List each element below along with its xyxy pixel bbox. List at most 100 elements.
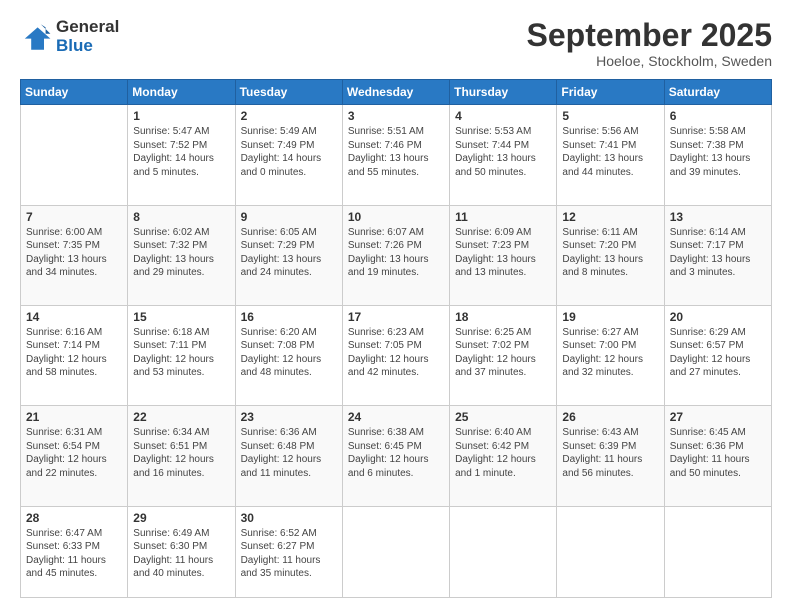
location: Hoeloe, Stockholm, Sweden <box>527 53 772 69</box>
day-info: Sunrise: 5:53 AM Sunset: 7:44 PM Dayligh… <box>455 125 551 179</box>
day-info: Sunrise: 5:51 AM Sunset: 7:46 PM Dayligh… <box>348 125 444 179</box>
day-number: 11 <box>455 210 551 224</box>
day-info: Sunrise: 6:40 AM Sunset: 6:42 PM Dayligh… <box>455 426 551 480</box>
day-number: 19 <box>562 310 658 324</box>
logo: General Blue <box>20 18 119 55</box>
table-cell: 29Sunrise: 6:49 AM Sunset: 6:30 PM Dayli… <box>128 506 235 597</box>
day-number: 20 <box>670 310 766 324</box>
title-block: September 2025 Hoeloe, Stockholm, Sweden <box>527 18 772 69</box>
table-cell: 20 Sunrise: 6:29 AM Sunset: 6:57 PM Dayli… <box>664 305 771 405</box>
table-cell: 6 Sunrise: 5:58 AM Sunset: 7:38 PM Daylig… <box>664 105 771 205</box>
day-number: 14 <box>26 310 122 324</box>
table-cell: 18 Sunrise: 6:25 AM Sunset: 7:02 PM Dayli… <box>450 305 557 405</box>
table-cell <box>342 506 449 597</box>
day-number: 4 <box>455 109 551 123</box>
col-thursday: Thursday <box>450 80 557 105</box>
day-number: 23 <box>241 410 337 424</box>
day-info: Sunrise: 6:09 AM Sunset: 7:23 PM Dayligh… <box>455 226 551 280</box>
logo-blue-text: Blue <box>56 37 119 56</box>
day-number: 22 <box>133 410 229 424</box>
table-cell <box>450 506 557 597</box>
col-wednesday: Wednesday <box>342 80 449 105</box>
day-number: 16 <box>241 310 337 324</box>
day-number: 1 <box>133 109 229 123</box>
day-info: Sunrise: 6:11 AM Sunset: 7:20 PM Dayligh… <box>562 226 658 280</box>
day-info: Sunrise: 6:18 AM Sunset: 7:11 PM Dayligh… <box>133 326 229 380</box>
day-info: Sunrise: 6:47 AM Sunset: 6:33 PM Dayligh… <box>26 527 122 581</box>
day-info: Sunrise: 6:02 AM Sunset: 7:32 PM Dayligh… <box>133 226 229 280</box>
day-info: Sunrise: 6:43 AM Sunset: 6:39 PM Dayligh… <box>562 426 658 480</box>
table-cell: 7 Sunrise: 6:00 AM Sunset: 7:35 PM Daylig… <box>21 205 128 305</box>
day-info: Sunrise: 5:56 AM Sunset: 7:41 PM Dayligh… <box>562 125 658 179</box>
table-cell: 5 Sunrise: 5:56 AM Sunset: 7:41 PM Daylig… <box>557 105 664 205</box>
day-number: 27 <box>670 410 766 424</box>
day-number: 5 <box>562 109 658 123</box>
day-info: Sunrise: 6:38 AM Sunset: 6:45 PM Dayligh… <box>348 426 444 480</box>
day-number: 28 <box>26 511 122 525</box>
day-info: Sunrise: 6:27 AM Sunset: 7:00 PM Dayligh… <box>562 326 658 380</box>
day-info: Sunrise: 6:34 AM Sunset: 6:51 PM Dayligh… <box>133 426 229 480</box>
table-cell: 12 Sunrise: 6:11 AM Sunset: 7:20 PM Dayli… <box>557 205 664 305</box>
table-cell: 13 Sunrise: 6:14 AM Sunset: 7:17 PM Dayli… <box>664 205 771 305</box>
day-info: Sunrise: 5:47 AM Sunset: 7:52 PM Dayligh… <box>133 125 229 179</box>
page: General Blue September 2025 Hoeloe, Stoc… <box>0 0 792 612</box>
day-number: 24 <box>348 410 444 424</box>
calendar-week-row: 7 Sunrise: 6:00 AM Sunset: 7:35 PM Daylig… <box>21 205 772 305</box>
col-monday: Monday <box>128 80 235 105</box>
table-cell: 30 Sunrise: 6:52 AM Sunset: 6:27 PM Dayli… <box>235 506 342 597</box>
day-number: 2 <box>241 109 337 123</box>
month-title: September 2025 <box>527 18 772 53</box>
table-cell: 28 Sunrise: 6:47 AM Sunset: 6:33 PM Dayli… <box>21 506 128 597</box>
col-tuesday: Tuesday <box>235 80 342 105</box>
day-info: Sunrise: 6:36 AM Sunset: 6:48 PM Dayligh… <box>241 426 337 480</box>
day-number: 25 <box>455 410 551 424</box>
day-info: Sunrise: 6:05 AM Sunset: 7:29 PM Dayligh… <box>241 226 337 280</box>
day-number: 6 <box>670 109 766 123</box>
day-number: 7 <box>26 210 122 224</box>
day-info: Sunrise: 6:00 AM Sunset: 7:35 PM Dayligh… <box>26 226 122 280</box>
table-cell: 17 Sunrise: 6:23 AM Sunset: 7:05 PM Dayli… <box>342 305 449 405</box>
calendar-week-row: 28 Sunrise: 6:47 AM Sunset: 6:33 PM Dayli… <box>21 506 772 597</box>
calendar-header-row: Sunday Monday Tuesday Wednesday Thursday… <box>21 80 772 105</box>
day-number: 3 <box>348 109 444 123</box>
table-cell: 3 Sunrise: 5:51 AM Sunset: 7:46 PM Daylig… <box>342 105 449 205</box>
day-number: 15 <box>133 310 229 324</box>
day-info: Sunrise: 6:25 AM Sunset: 7:02 PM Dayligh… <box>455 326 551 380</box>
table-cell: 16 Sunrise: 6:20 AM Sunset: 7:08 PM Dayli… <box>235 305 342 405</box>
table-cell: 9Sunrise: 6:05 AM Sunset: 7:29 PM Daylig… <box>235 205 342 305</box>
table-cell: 2 Sunrise: 5:49 AM Sunset: 7:49 PM Daylig… <box>235 105 342 205</box>
col-friday: Friday <box>557 80 664 105</box>
day-number: 13 <box>670 210 766 224</box>
day-number: 12 <box>562 210 658 224</box>
table-cell: 11 Sunrise: 6:09 AM Sunset: 7:23 PM Dayli… <box>450 205 557 305</box>
day-info: Sunrise: 6:52 AM Sunset: 6:27 PM Dayligh… <box>241 527 337 581</box>
logo-icon <box>20 21 52 53</box>
day-number: 18 <box>455 310 551 324</box>
day-number: 30 <box>241 511 337 525</box>
table-cell: 10Sunrise: 6:07 AM Sunset: 7:26 PM Dayli… <box>342 205 449 305</box>
day-info: Sunrise: 6:20 AM Sunset: 7:08 PM Dayligh… <box>241 326 337 380</box>
day-info: Sunrise: 6:29 AM Sunset: 6:57 PM Dayligh… <box>670 326 766 380</box>
col-sunday: Sunday <box>21 80 128 105</box>
header: General Blue September 2025 Hoeloe, Stoc… <box>20 18 772 69</box>
day-number: 17 <box>348 310 444 324</box>
table-cell: 1 Sunrise: 5:47 AM Sunset: 7:52 PM Daylig… <box>128 105 235 205</box>
day-info: Sunrise: 5:49 AM Sunset: 7:49 PM Dayligh… <box>241 125 337 179</box>
day-info: Sunrise: 6:23 AM Sunset: 7:05 PM Dayligh… <box>348 326 444 380</box>
day-number: 29 <box>133 511 229 525</box>
table-cell: 19 Sunrise: 6:27 AM Sunset: 7:00 PM Dayli… <box>557 305 664 405</box>
logo-general-text: General <box>56 18 119 37</box>
calendar-week-row: 21Sunrise: 6:31 AM Sunset: 6:54 PM Dayli… <box>21 406 772 506</box>
logo-text: General Blue <box>56 18 119 55</box>
day-info: Sunrise: 6:14 AM Sunset: 7:17 PM Dayligh… <box>670 226 766 280</box>
table-cell: 21Sunrise: 6:31 AM Sunset: 6:54 PM Dayli… <box>21 406 128 506</box>
table-cell: 22 Sunrise: 6:34 AM Sunset: 6:51 PM Dayli… <box>128 406 235 506</box>
day-info: Sunrise: 6:07 AM Sunset: 7:26 PM Dayligh… <box>348 226 444 280</box>
calendar-week-row: 14Sunrise: 6:16 AM Sunset: 7:14 PM Dayli… <box>21 305 772 405</box>
table-cell: 23 Sunrise: 6:36 AM Sunset: 6:48 PM Dayli… <box>235 406 342 506</box>
day-info: Sunrise: 5:58 AM Sunset: 7:38 PM Dayligh… <box>670 125 766 179</box>
table-cell: 8Sunrise: 6:02 AM Sunset: 7:32 PM Daylig… <box>128 205 235 305</box>
col-saturday: Saturday <box>664 80 771 105</box>
table-cell <box>664 506 771 597</box>
table-cell: 24 Sunrise: 6:38 AM Sunset: 6:45 PM Dayli… <box>342 406 449 506</box>
